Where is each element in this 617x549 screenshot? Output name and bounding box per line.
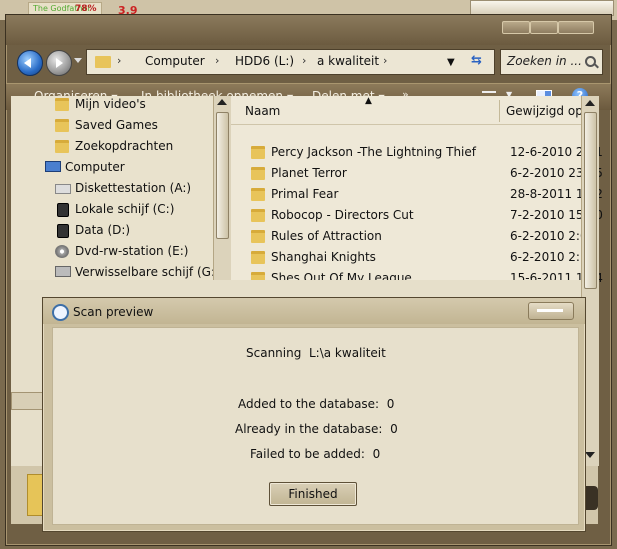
dialog-title: Scan preview xyxy=(73,305,154,319)
table-row[interactable]: Planet Terror 6-2-2010 23:15 xyxy=(231,163,603,184)
file-name: Rules of Attraction xyxy=(271,229,382,243)
folder-icon xyxy=(95,56,111,68)
folder-icon xyxy=(251,209,265,222)
folder-icon xyxy=(251,230,265,243)
failed-count-row: Failed to be added: 0 xyxy=(250,447,380,461)
folder-icon xyxy=(251,251,265,264)
address-dropdown-icon[interactable]: ▼ xyxy=(447,57,455,68)
forward-button[interactable] xyxy=(46,50,72,76)
nav-item-label: Saved Games xyxy=(75,118,158,132)
search-folder-icon xyxy=(55,140,69,153)
folder-icon xyxy=(55,119,69,132)
added-count-row: Added to the database: 0 xyxy=(238,397,394,411)
background-thumb-pct: 78% xyxy=(75,4,97,14)
breadcrumb-a-kwaliteit[interactable]: a kwaliteit xyxy=(317,54,379,68)
added-value: 0 xyxy=(386,397,395,411)
search-box[interactable]: Zoeken in ... xyxy=(500,49,603,75)
failed-label: Failed to be added: xyxy=(250,447,365,461)
scan-preview-dialog: Scan preview Scanning L:\a kwaliteit Add… xyxy=(42,297,586,532)
failed-value: 0 xyxy=(372,447,381,461)
navigation-pane: Mijn video's Saved Games Zoekopdrachten … xyxy=(11,96,221,280)
table-row[interactable]: Shanghai Knights 6-2-2010 2:11 xyxy=(231,247,595,268)
obscured-button[interactable] xyxy=(11,392,43,410)
disc-icon xyxy=(55,245,69,258)
folder-icon xyxy=(27,474,43,516)
table-row[interactable]: Robocop - Directors Cut 7-2-2010 15:30 xyxy=(231,205,603,226)
file-name: Planet Terror xyxy=(271,166,347,180)
file-name: Percy Jackson -The Lightning Thief xyxy=(271,145,476,159)
hdd-icon xyxy=(57,203,69,217)
hdd-icon xyxy=(57,224,69,238)
file-name: Robocop - Directors Cut xyxy=(271,208,414,222)
usb-icon xyxy=(55,266,71,277)
already-value: 0 xyxy=(390,422,398,436)
dialog-titlebar: Scan preview xyxy=(43,298,585,324)
already-count-row: Already in the database: 0 xyxy=(235,422,398,436)
nav-item-label: Zoekopdrachten xyxy=(75,139,174,153)
chevron-right-icon[interactable]: › xyxy=(302,54,306,67)
scanning-label: Scanning xyxy=(246,346,302,360)
sort-ascending-icon: ▲ xyxy=(365,96,372,106)
scanning-status: Scanning L:\a kwaliteit xyxy=(246,346,386,360)
finished-button[interactable]: Finished xyxy=(269,482,357,506)
search-placeholder[interactable]: Zoeken in ... xyxy=(507,54,582,68)
column-header-date[interactable]: Gewijzigd op xyxy=(506,104,583,118)
table-row[interactable]: Percy Jackson -The Lightning Thief 12-6-… xyxy=(231,142,603,163)
file-scroll-thumb[interactable] xyxy=(584,112,597,289)
chevron-right-icon[interactable]: › xyxy=(117,54,121,67)
chevron-right-icon[interactable]: › xyxy=(215,54,219,67)
added-label: Added to the database: xyxy=(238,397,380,411)
nav-item-label: Diskettestation (A:) xyxy=(75,181,192,195)
floppy-icon xyxy=(55,184,71,194)
file-name: Shanghai Knights xyxy=(271,250,376,264)
address-bar[interactable]: › Computer › HDD6 (L:) › a kwaliteit › ▼… xyxy=(86,49,495,75)
chevron-right-icon[interactable]: › xyxy=(383,54,387,67)
folder-icon xyxy=(251,188,265,201)
nav-pane-scrollbar[interactable] xyxy=(213,96,231,280)
nav-item-label: Lokale schijf (C:) xyxy=(75,202,175,216)
maximize-button[interactable] xyxy=(530,21,558,34)
folder-icon xyxy=(55,98,69,111)
search-icon[interactable] xyxy=(585,56,596,67)
breadcrumb-computer[interactable]: Computer xyxy=(145,54,205,68)
scroll-up-icon[interactable] xyxy=(217,99,227,105)
nav-scroll-thumb[interactable] xyxy=(216,112,229,239)
back-button[interactable] xyxy=(17,50,43,76)
file-list: Naam ▲ Gewijzigd op Percy Jackson -The L… xyxy=(231,96,603,285)
nav-item-label: Verwisselbare schijf (G:) xyxy=(75,265,220,279)
minimize-button[interactable] xyxy=(502,21,530,34)
nav-item-label: Data (D:) xyxy=(75,223,131,237)
refresh-icon[interactable]: ⇆ xyxy=(471,53,482,68)
already-label: Already in the database: xyxy=(235,422,383,436)
column-divider[interactable] xyxy=(499,100,500,122)
folder-icon xyxy=(251,167,265,180)
file-name: Primal Fear xyxy=(271,187,339,201)
nav-item-label: Dvd-rw-station (E:) xyxy=(75,244,189,258)
nav-item-label: Computer xyxy=(65,160,125,174)
folder-icon xyxy=(251,146,265,159)
scroll-up-icon[interactable] xyxy=(585,100,595,106)
dialog-close-button[interactable] xyxy=(528,302,574,320)
scanning-path: L:\a kwaliteit xyxy=(308,346,386,360)
table-row[interactable]: Rules of Attraction 6-2-2010 2:06 xyxy=(231,226,595,247)
column-header-row: Naam ▲ Gewijzigd op xyxy=(231,96,583,125)
scroll-down-icon[interactable] xyxy=(585,452,595,458)
app-icon xyxy=(52,304,69,321)
navigation-bar: › Computer › HDD6 (L:) › a kwaliteit › ▼… xyxy=(6,47,611,79)
column-header-name[interactable]: Naam xyxy=(245,104,280,118)
breadcrumb-hdd6[interactable]: HDD6 (L:) xyxy=(235,54,294,68)
computer-icon xyxy=(45,161,61,172)
recent-pages-dropdown[interactable] xyxy=(74,58,82,63)
nav-item-label: Mijn video's xyxy=(75,97,146,111)
explorer-titlebar xyxy=(6,15,611,45)
close-button[interactable] xyxy=(558,21,594,34)
table-row[interactable]: Primal Fear 28-8-2011 19:2 xyxy=(231,184,603,205)
